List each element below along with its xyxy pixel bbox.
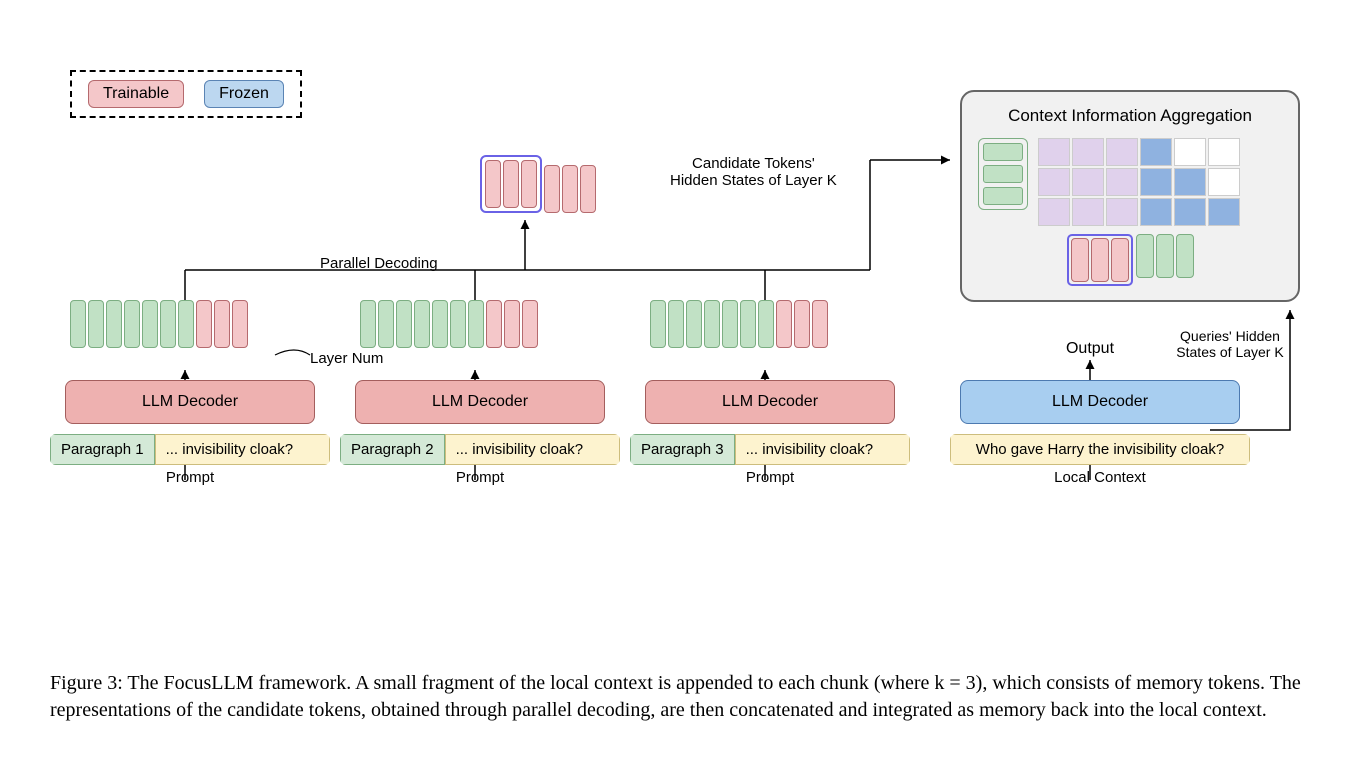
chunk-col-2: LLM Decoder Paragraph 2 ... invisibility…	[340, 300, 620, 486]
prompt-text-3: ... invisibility cloak?	[735, 434, 910, 465]
llm-decoder-3: LLM Decoder	[645, 380, 895, 424]
attention-matrix	[1038, 138, 1240, 226]
output-token-row	[978, 234, 1282, 286]
llm-decoder-1: LLM Decoder	[65, 380, 315, 424]
prompt-text-1: ... invisibility cloak?	[155, 434, 330, 465]
input-tag-1: Paragraph 1 ... invisibility cloak?	[50, 434, 330, 465]
input-tag-3: Paragraph 3 ... invisibility cloak?	[630, 434, 910, 465]
prompt-text-2: ... invisibility cloak?	[445, 434, 620, 465]
token-stack-2	[360, 300, 538, 348]
layer-num-label: Layer Num	[310, 350, 383, 367]
query-column	[978, 138, 1028, 210]
token-stack-1	[70, 300, 248, 348]
llm-decoder-local: LLM Decoder	[960, 380, 1240, 424]
chunk-col-1: LLM Decoder Paragraph 1 ... invisibility…	[50, 300, 330, 486]
chunk-col-3: LLM Decoder Paragraph 3 ... invisibility…	[630, 300, 910, 486]
paragraph-label-1: Paragraph 1	[50, 434, 155, 465]
agg-grid	[978, 138, 1282, 226]
output-label: Output	[1030, 340, 1150, 358]
local-context-text: Who gave Harry the invisibility cloak?	[950, 434, 1250, 465]
local-context-label: Local Context	[1054, 469, 1146, 486]
queries-label: Queries' Hidden States of Layer K	[1165, 328, 1295, 360]
prompt-label-1: Prompt	[166, 469, 214, 486]
candidate-token-stack	[480, 155, 596, 213]
paragraph-label-3: Paragraph 3	[630, 434, 735, 465]
parallel-decoding-label: Parallel Decoding	[320, 255, 438, 272]
aggregation-panel: Context Information Aggregation	[960, 90, 1300, 302]
figure-caption: Figure 3: The FocusLLM framework. A smal…	[50, 670, 1302, 724]
token-stack-3	[650, 300, 828, 348]
diagram-area: LLM Decoder Paragraph 1 ... invisibility…	[50, 60, 1300, 580]
candidate-label: Candidate Tokens' Hidden States of Layer…	[670, 155, 837, 189]
prompt-label-3: Prompt	[746, 469, 794, 486]
llm-decoder-2: LLM Decoder	[355, 380, 605, 424]
prompt-label-2: Prompt	[456, 469, 504, 486]
agg-title: Context Information Aggregation	[978, 106, 1282, 126]
paragraph-label-2: Paragraph 2	[340, 434, 445, 465]
local-context-tag: Who gave Harry the invisibility cloak?	[950, 434, 1250, 465]
input-tag-2: Paragraph 2 ... invisibility cloak?	[340, 434, 620, 465]
local-context-col: LLM Decoder Who gave Harry the invisibil…	[950, 370, 1250, 486]
